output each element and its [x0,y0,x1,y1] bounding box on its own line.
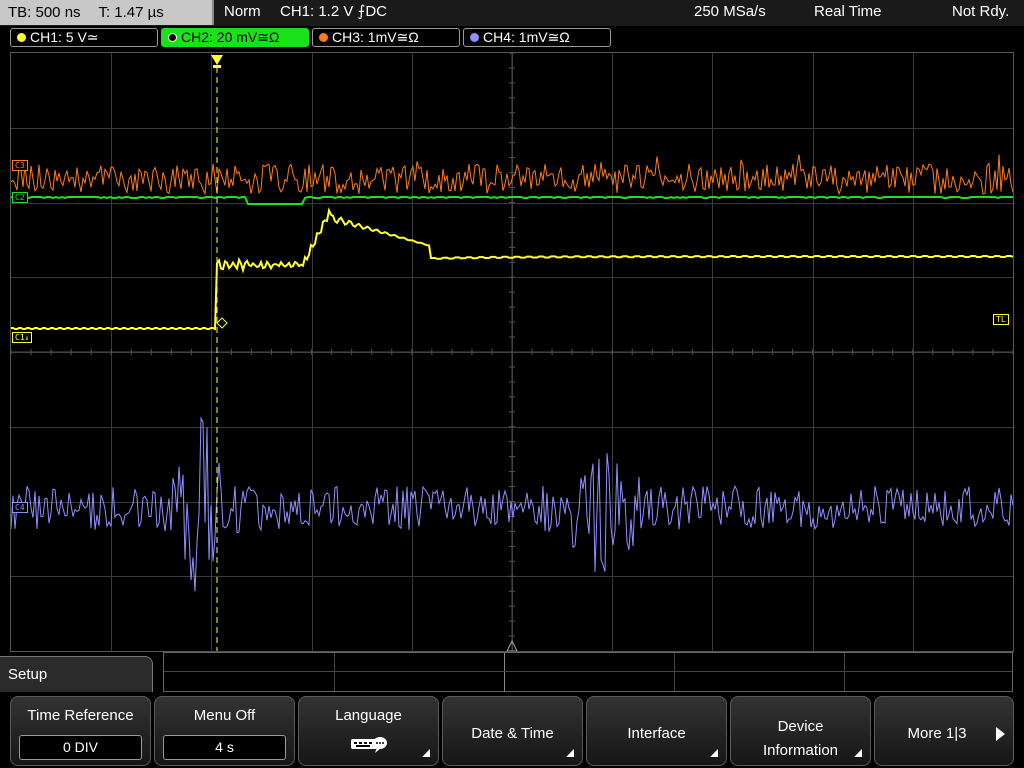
timebase-box[interactable]: TB: 500 ns T: 1.47 µs [0,0,214,25]
ch1-dot-icon [17,33,26,42]
language-button[interactable]: Language [298,696,439,766]
channel-chip-ch3[interactable]: CH3: 1mV≅Ω [312,28,460,47]
ch3-offset-marker[interactable]: C3 [12,160,28,171]
date-time-button[interactable]: Date & Time [442,696,583,766]
ch2-label: CH2: 20 mV≅Ω [181,29,280,45]
acquisition-mode: Real Time [814,3,882,20]
trigger-time-value: T: 1.47 µs [98,4,164,21]
trigger-position-stem [213,65,221,68]
sample-rate: 250 MSa/s [694,3,766,20]
submenu-indicator-icon [422,749,430,757]
waveform-canvas [11,53,1013,651]
ch2-dot-icon [168,33,177,42]
menu-title: Setup [0,656,153,692]
interface-label: Interface [627,725,686,742]
device-information-button[interactable]: Device Information [730,696,871,766]
submenu-indicator-icon [710,749,718,757]
ch1-label: CH1: 5 V≃ [30,29,99,45]
channel-chip-ch1[interactable]: CH1: 5 V≃ [10,28,158,47]
status-bar: TB: 500 ns T: 1.47 µs Norm CH1: 1.2 V ⨍D… [0,0,1024,26]
ch4-dot-icon [470,33,479,42]
language-label: Language [335,707,402,724]
ch2-offset-marker[interactable]: C2 [12,192,28,203]
trigger-point-icon [216,317,228,329]
ch4-offset-marker[interactable]: C4 [12,502,28,513]
submenu-indicator-icon [854,749,862,757]
zoom-overview [163,652,1013,692]
timebase-value: TB: 500 ns [8,4,81,21]
next-page-arrow-icon [996,727,1005,741]
trigger-level-marker[interactable]: TL [993,314,1009,325]
device-information-line2: Information [762,742,839,759]
device-information-line1: Device [777,718,824,735]
more-button[interactable]: More 1|3 [874,696,1014,766]
channel-chip-ch2[interactable]: CH2: 20 mV≅Ω [161,28,309,47]
ch3-label: CH3: 1mV≅Ω [332,29,419,45]
submenu-indicator-icon [566,749,574,757]
ch1-offset-marker[interactable]: C1↓ [12,332,33,343]
time-reference-value: 0 DIV [19,735,142,760]
time-reference-button[interactable]: Time Reference 0 DIV [10,696,151,766]
keyboard-icon [350,737,387,753]
menu-off-value: 4 s [163,735,286,760]
softkey-bar: Time Reference 0 DIV Menu Off 4 s Langua… [0,692,1024,768]
more-label: More 1|3 [907,725,967,742]
trigger-setting[interactable]: CH1: 1.2 V ⨍DC [280,0,387,24]
menu-off-label: Menu Off [193,707,256,724]
trigger-position-icon [211,55,223,65]
waveform-display[interactable]: C3 C2 C1↓ C4 TL [10,52,1014,652]
date-time-label: Date & Time [471,725,554,742]
trigger-mode[interactable]: Norm [224,0,261,24]
channel-chip-ch4[interactable]: CH4: 1mV≅Ω [463,28,611,47]
time-reference-label: Time Reference [27,707,134,724]
ch3-dot-icon [319,33,328,42]
ch4-label: CH4: 1mV≅Ω [483,29,570,45]
acquisition-state: Not Rdy. [952,3,1010,20]
interface-button[interactable]: Interface [586,696,727,766]
menu-off-button[interactable]: Menu Off 4 s [154,696,295,766]
